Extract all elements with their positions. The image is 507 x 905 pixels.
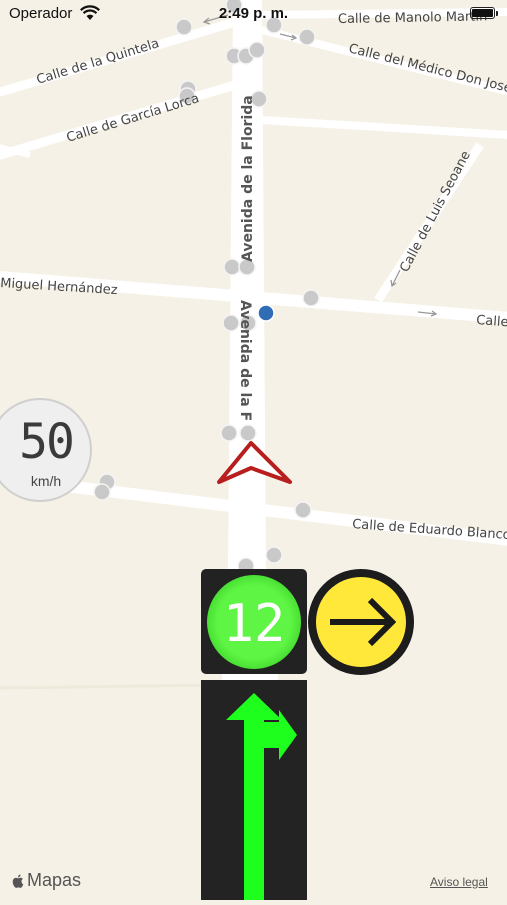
direction-light-face <box>316 577 406 667</box>
street-label-garcia-lorca: Calle de García Lorca <box>65 91 201 146</box>
countdown-circle: 12 <box>207 575 301 669</box>
speed-limit-sign: 50 km/h <box>0 398 92 502</box>
battery-icon <box>470 7 495 19</box>
user-location-dot <box>257 304 275 322</box>
street-label-eduardo-blanco: Calle de Eduardo Blanco <box>352 517 507 543</box>
street-label-medico: Calle del Médico Don José M <box>347 41 507 100</box>
direction-light <box>308 569 414 675</box>
street-label-calle-east: Calle <box>476 313 507 330</box>
speed-limit-unit: km/h <box>30 473 62 489</box>
arrow-right-icon <box>330 597 397 647</box>
legal-notice-link[interactable]: Aviso legal <box>430 875 488 889</box>
street-label-luis-seoane: Calle de Luis Seoane <box>397 149 474 275</box>
countdown-light: 12 <box>201 569 307 674</box>
lane-guidance-panel <box>201 680 307 900</box>
maps-brand: Mapas <box>11 870 81 891</box>
speed-limit-value: 50 <box>19 414 75 470</box>
road-link <box>261 116 507 139</box>
maps-brand-label: Mapas <box>27 870 82 890</box>
street-label-quintela: Calle de la Quintela <box>35 36 161 88</box>
street-label-avenida-south: Avenida de la F <box>237 300 253 421</box>
status-clock: 2:49 p. m. <box>218 5 289 22</box>
road-minor <box>0 683 223 690</box>
status-bar: Operador 2:49 p. m. <box>0 0 507 28</box>
battery-tip <box>496 11 498 16</box>
lane-straight-right-icon <box>226 693 297 900</box>
countdown-value: 12 <box>222 594 286 654</box>
apple-logo-icon <box>12 874 24 888</box>
street-label-avenida-north: Avenida de la Florida <box>240 95 256 262</box>
